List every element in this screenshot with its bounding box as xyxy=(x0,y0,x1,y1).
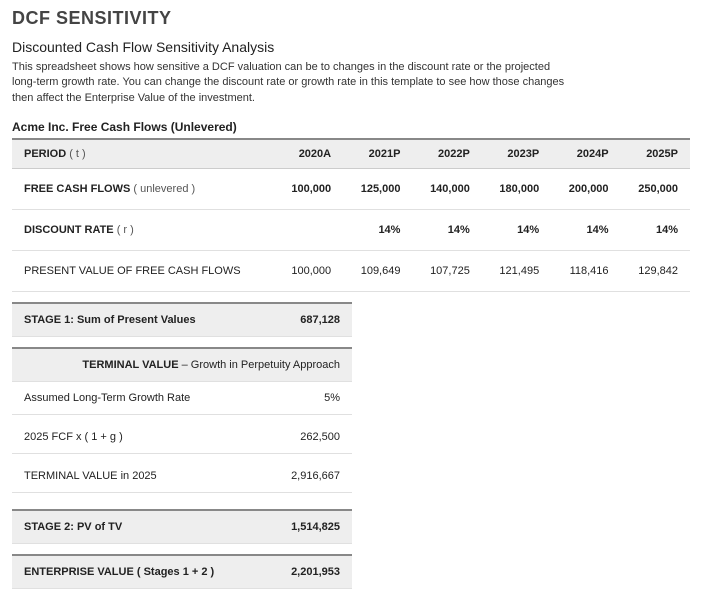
row-label: FREE CASH FLOWS ( unlevered ) xyxy=(12,169,274,210)
terminal-row-value: 2,916,667 xyxy=(258,460,352,493)
col-2022p: 2022P xyxy=(412,139,481,169)
cell: 129,842 xyxy=(621,251,690,292)
cell: 118,416 xyxy=(551,251,620,292)
cell: 14% xyxy=(551,210,620,251)
cell: 121,495 xyxy=(482,251,551,292)
terminal-row-label: Assumed Long-Term Growth Rate xyxy=(12,382,258,415)
row-label: PRESENT VALUE OF FREE CASH FLOWS xyxy=(12,251,274,292)
col-2025p: 2025P xyxy=(621,139,690,169)
cell: 100,000 xyxy=(274,169,343,210)
cashflow-table: PERIOD( t ) 2020A 2021P 2022P 2023P 2024… xyxy=(12,138,690,292)
cell: 109,649 xyxy=(343,251,412,292)
stage1-row: STAGE 1: Sum of Present Values 687,128 xyxy=(12,303,352,337)
cell: 14% xyxy=(343,210,412,251)
cell: 125,000 xyxy=(343,169,412,210)
stage2-label: STAGE 2: PV of TV xyxy=(12,510,225,544)
terminal-row-value: 262,500 xyxy=(258,421,352,454)
row-label-text: DISCOUNT RATE xyxy=(24,224,114,236)
cell: 107,725 xyxy=(412,251,481,292)
terminal-header: TERMINAL VALUE – Growth in Perpetuity Ap… xyxy=(12,348,352,382)
cell: 14% xyxy=(621,210,690,251)
row-label: DISCOUNT RATE ( r ) xyxy=(12,210,274,251)
stage1-label: STAGE 1: Sum of Present Values xyxy=(12,303,268,337)
cell: 200,000 xyxy=(551,169,620,210)
terminal-header-rest: – Growth in Perpetuity Approach xyxy=(179,359,340,371)
stage2-row: STAGE 2: PV of TV 1,514,825 xyxy=(12,510,352,544)
col-2020a: 2020A xyxy=(274,139,343,169)
terminal-row-label: TERMINAL VALUE in 2025 xyxy=(12,460,258,493)
page-subtitle: Discounted Cash Flow Sensitivity Analysi… xyxy=(12,39,690,55)
row-label-sub: ( unlevered ) xyxy=(130,183,195,195)
col-period-label: PERIOD xyxy=(24,148,66,160)
cell: 100,000 xyxy=(274,251,343,292)
stage1-table: STAGE 1: Sum of Present Values 687,128 xyxy=(12,302,352,337)
table-row: FREE CASH FLOWS ( unlevered )100,000125,… xyxy=(12,169,690,210)
cell: 140,000 xyxy=(412,169,481,210)
stage2-value: 1,514,825 xyxy=(225,510,352,544)
col-2024p: 2024P xyxy=(551,139,620,169)
cell: 180,000 xyxy=(482,169,551,210)
col-period-unit: ( t ) xyxy=(69,148,86,160)
terminal-row-label: 2025 FCF x ( 1 + g ) xyxy=(12,421,258,454)
table-row: PRESENT VALUE OF FREE CASH FLOWS100,0001… xyxy=(12,251,690,292)
terminal-row: Assumed Long-Term Growth Rate5% xyxy=(12,382,352,415)
page-description: This spreadsheet shows how sensitive a D… xyxy=(12,60,572,106)
col-2021p: 2021P xyxy=(343,139,412,169)
enterprise-value-table: ENTERPRISE VALUE ( Stages 1 + 2 ) 2,201,… xyxy=(12,554,352,589)
col-2023p: 2023P xyxy=(482,139,551,169)
row-label-sub: ( r ) xyxy=(114,224,134,236)
table-header-row: PERIOD( t ) 2020A 2021P 2022P 2023P 2024… xyxy=(12,139,690,169)
row-label-text: PRESENT VALUE OF FREE CASH FLOWS xyxy=(24,265,241,277)
cell: 14% xyxy=(412,210,481,251)
ev-label: ENTERPRISE VALUE ( Stages 1 + 2 ) xyxy=(12,555,266,589)
terminal-table: TERMINAL VALUE – Growth in Perpetuity Ap… xyxy=(12,347,352,499)
terminal-row-value: 5% xyxy=(258,382,352,415)
page-title: DCF SENSITIVITY xyxy=(12,8,690,29)
cell: 250,000 xyxy=(621,169,690,210)
ev-row: ENTERPRISE VALUE ( Stages 1 + 2 ) 2,201,… xyxy=(12,555,352,589)
row-label-text: FREE CASH FLOWS xyxy=(24,183,130,195)
cell xyxy=(274,210,343,251)
stage1-value: 687,128 xyxy=(268,303,352,337)
stage2-table: STAGE 2: PV of TV 1,514,825 xyxy=(12,509,352,544)
col-period: PERIOD( t ) xyxy=(12,139,274,169)
terminal-header-cell: TERMINAL VALUE – Growth in Perpetuity Ap… xyxy=(12,348,352,382)
terminal-row: TERMINAL VALUE in 20252,916,667 xyxy=(12,460,352,493)
table-row: DISCOUNT RATE ( r )14%14%14%14%14% xyxy=(12,210,690,251)
ev-value: 2,201,953 xyxy=(266,555,352,589)
section-title: Acme Inc. Free Cash Flows (Unlevered) xyxy=(12,120,690,134)
terminal-row: 2025 FCF x ( 1 + g )262,500 xyxy=(12,421,352,454)
cell: 14% xyxy=(482,210,551,251)
terminal-header-bold: TERMINAL VALUE xyxy=(82,359,178,371)
spacer xyxy=(12,493,352,500)
